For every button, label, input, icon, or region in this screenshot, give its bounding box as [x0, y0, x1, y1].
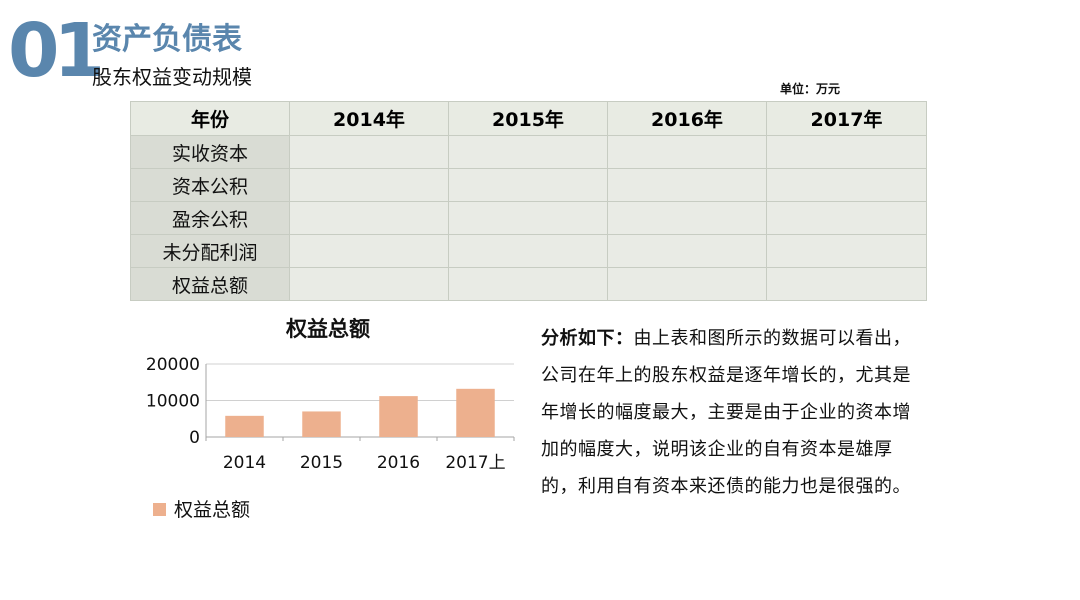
table-cell: [766, 168, 927, 202]
equity-table: 年份 2014年 2015年 2016年 2017年 实收资本 资本公积 盈余公…: [130, 101, 927, 301]
table-header-cell: 2017年: [766, 101, 927, 136]
bar-2014: [225, 415, 264, 437]
table-cell: [607, 135, 767, 169]
table-row: 未分配利润: [130, 234, 927, 268]
legend-swatch: [153, 503, 166, 516]
chart-title: 权益总额: [285, 317, 370, 341]
table-cell: [289, 168, 449, 202]
row-label: 资本公积: [130, 168, 290, 202]
bar-2015: [302, 411, 341, 437]
table-row: 资本公积: [130, 168, 927, 202]
table-row: 盈余公积: [130, 201, 927, 235]
unit-note: 单位：万元: [780, 82, 841, 96]
row-label: 盈余公积: [130, 201, 290, 235]
table-cell: [289, 135, 449, 169]
x-tick-label: 2017上: [445, 453, 505, 473]
table-cell: [448, 135, 608, 169]
table-row: 实收资本: [130, 135, 927, 169]
analysis-body: 由上表和图所示的数据可以看出，公司在年上的股东权益是逐年增长的，尤其是年增长的幅…: [541, 328, 911, 497]
table-cell: [448, 201, 608, 235]
table-cell: [289, 234, 449, 268]
table-cell: [448, 234, 608, 268]
bar-2016: [379, 396, 418, 437]
table-cell: [766, 135, 927, 169]
table-header-cell: 2015年: [448, 101, 608, 136]
y-tick-label: 0: [189, 428, 200, 448]
table-cell: [607, 168, 767, 202]
table-cell: [607, 201, 767, 235]
x-tick-label: 2015: [300, 453, 343, 473]
table-cell: [766, 201, 927, 235]
table-header-row: 年份 2014年 2015年 2016年 2017年: [130, 101, 927, 136]
y-tick-label: 20000: [146, 355, 200, 375]
chart-svg: 权益总额010000200002014 2015 2016 2017上权益总额: [146, 317, 515, 521]
analysis-text: 分析如下：由上表和图所示的数据可以看出，公司在年上的股东权益是逐年增长的，尤其是…: [541, 320, 926, 505]
table-cell: [448, 267, 608, 301]
row-label: 实收资本: [130, 135, 290, 169]
table-cell: [448, 168, 608, 202]
x-tick-label: 2016: [377, 453, 420, 473]
page-title: 资产负债表: [92, 22, 242, 57]
table-row: 权益总额: [130, 267, 927, 301]
table-cell: [289, 201, 449, 235]
table-cell: [289, 267, 449, 301]
table-header-cell: 2016年: [607, 101, 767, 136]
x-tick-label: 2014: [223, 453, 266, 473]
row-label: 未分配利润: [130, 234, 290, 268]
table-header-cell: 2014年: [289, 101, 449, 136]
y-tick-label: 10000: [146, 392, 200, 412]
analysis-lead: 分析如下：: [541, 328, 634, 349]
table-header-cell: 年份: [130, 101, 290, 136]
table-cell: [607, 267, 767, 301]
table-cell: [607, 234, 767, 268]
equity-chart: 权益总额 0 10000 20000 2014 2015 2016 2017上 权益总额: [130, 305, 530, 545]
section-number: 01: [8, 8, 105, 94]
legend-label: 权益总额: [174, 499, 250, 521]
table-cell: [766, 267, 927, 301]
bar-2017上: [456, 388, 495, 437]
row-label: 权益总额: [130, 267, 290, 301]
table-cell: [766, 234, 927, 268]
page-subtitle: 股东权益变动规模: [92, 65, 252, 89]
